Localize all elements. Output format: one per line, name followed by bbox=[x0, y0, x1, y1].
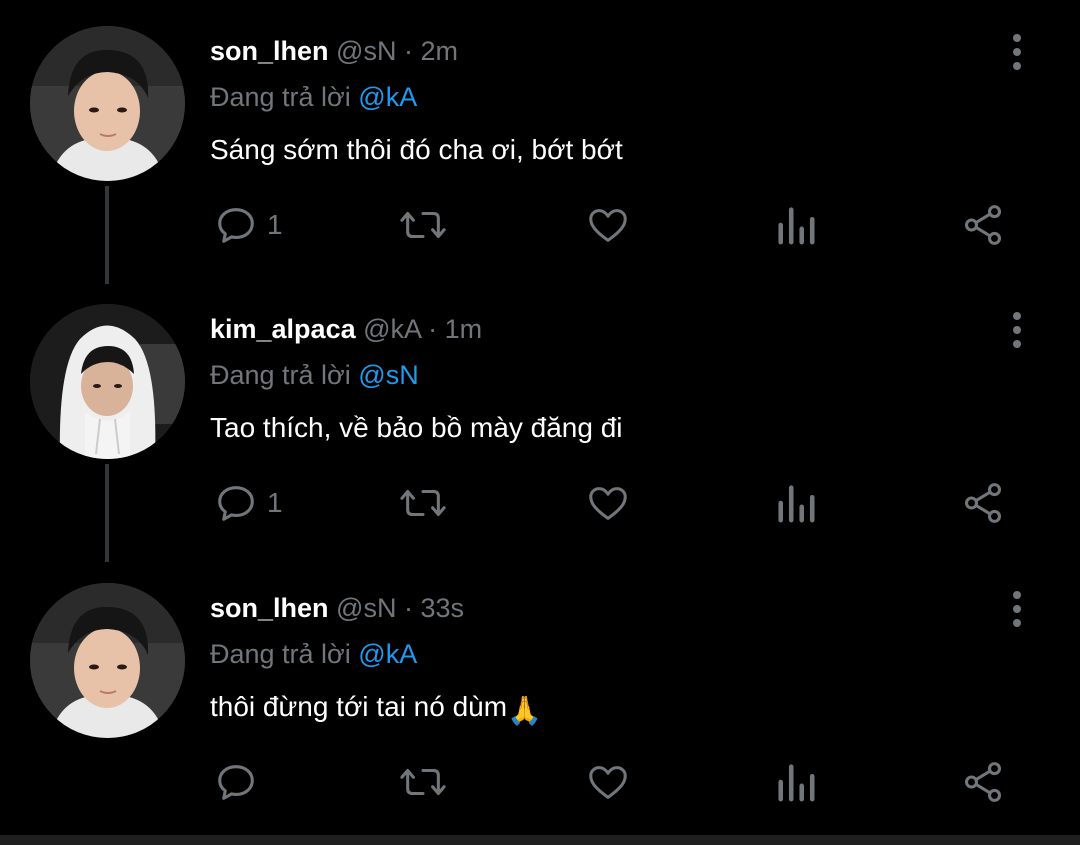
analytics-icon bbox=[778, 764, 815, 802]
reply-prefix: Đang trả lời bbox=[210, 82, 351, 112]
replying-to: Đang trả lời @kA bbox=[210, 82, 417, 113]
more-options-icon[interactable] bbox=[1000, 308, 1034, 352]
retweet-button[interactable] bbox=[398, 468, 448, 538]
tweet-header: kim_alpaca @kA · 1m bbox=[210, 314, 482, 345]
tweet-text: thôi đừng tới tai nó dùm🙏 bbox=[210, 691, 542, 727]
reply-button[interactable] bbox=[213, 747, 267, 817]
share-icon bbox=[964, 762, 1002, 802]
tweet[interactable]: son_lhen @sN · 2m Đang trả lời @kA Sáng … bbox=[0, 0, 1080, 278]
avatar[interactable] bbox=[30, 583, 185, 738]
reply-button[interactable]: 1 bbox=[213, 190, 283, 260]
like-button[interactable] bbox=[585, 190, 631, 260]
reply-count: 1 bbox=[267, 487, 283, 518]
heart-icon bbox=[589, 487, 627, 520]
handle[interactable]: @sN bbox=[336, 593, 396, 623]
share-button[interactable] bbox=[960, 468, 1006, 538]
heart-icon bbox=[589, 766, 627, 799]
display-name[interactable]: son_lhen bbox=[210, 593, 329, 623]
timestamp[interactable]: 2m bbox=[421, 36, 459, 66]
reply-count: 1 bbox=[267, 209, 283, 240]
separator: · bbox=[403, 36, 413, 66]
views-button[interactable] bbox=[775, 747, 817, 817]
timestamp[interactable]: 33s bbox=[421, 593, 465, 623]
like-button[interactable] bbox=[585, 747, 631, 817]
heart-icon bbox=[589, 209, 627, 242]
display-name[interactable]: kim_alpaca bbox=[210, 314, 356, 344]
tweet-actions bbox=[0, 747, 1080, 817]
tweet-text-content: thôi đừng tới tai nó dùm bbox=[210, 691, 508, 722]
more-options-icon[interactable] bbox=[1000, 587, 1034, 631]
avatar[interactable] bbox=[30, 26, 185, 181]
tweet-text: Sáng sớm thôi đó cha ơi, bớt bớt bbox=[210, 134, 623, 165]
analytics-icon bbox=[778, 207, 815, 245]
separator: · bbox=[428, 314, 438, 344]
tweet-actions: 1 bbox=[0, 190, 1080, 260]
tweet[interactable]: son_lhen @sN · 33s Đang trả lời @kA thôi… bbox=[0, 557, 1080, 835]
tweet[interactable]: kim_alpaca @kA · 1m Đang trả lời @sN Tao… bbox=[0, 278, 1080, 556]
bottom-divider bbox=[0, 835, 1080, 845]
handle[interactable]: @kA bbox=[363, 314, 420, 344]
like-button[interactable] bbox=[585, 468, 631, 538]
reply-icon bbox=[218, 208, 254, 243]
share-button[interactable] bbox=[960, 747, 1006, 817]
reply-mention[interactable]: @sN bbox=[358, 360, 418, 390]
share-button[interactable] bbox=[960, 190, 1006, 260]
reply-mention[interactable]: @kA bbox=[358, 639, 417, 669]
retweet-icon bbox=[400, 768, 446, 796]
tweet-header: son_lhen @sN · 33s bbox=[210, 593, 464, 624]
reply-icon bbox=[218, 486, 254, 521]
retweet-icon bbox=[400, 489, 446, 517]
share-icon bbox=[964, 205, 1002, 245]
more-options-icon[interactable] bbox=[1000, 30, 1034, 74]
avatar[interactable] bbox=[30, 304, 185, 459]
reply-mention[interactable]: @kA bbox=[358, 82, 417, 112]
handle[interactable]: @sN bbox=[336, 36, 396, 66]
share-icon bbox=[964, 483, 1002, 523]
reply-prefix: Đang trả lời bbox=[210, 639, 351, 669]
replying-to: Đang trả lời @kA bbox=[210, 639, 417, 670]
tweet-text: Tao thích, về bảo bồ mày đăng đi bbox=[210, 412, 623, 443]
display-name[interactable]: son_lhen bbox=[210, 36, 329, 66]
folded-hands-emoji: 🙏 bbox=[507, 695, 542, 726]
views-button[interactable] bbox=[775, 190, 817, 260]
views-button[interactable] bbox=[775, 468, 817, 538]
timestamp[interactable]: 1m bbox=[445, 314, 483, 344]
separator: · bbox=[403, 593, 413, 623]
retweet-button[interactable] bbox=[398, 747, 448, 817]
reply-button[interactable]: 1 bbox=[213, 468, 283, 538]
reply-icon bbox=[218, 765, 254, 800]
replying-to: Đang trả lời @sN bbox=[210, 360, 419, 391]
retweet-icon bbox=[400, 211, 446, 239]
retweet-button[interactable] bbox=[398, 190, 448, 260]
tweet-header: son_lhen @sN · 2m bbox=[210, 36, 458, 67]
analytics-icon bbox=[778, 485, 815, 523]
reply-prefix: Đang trả lời bbox=[210, 360, 351, 390]
tweet-actions: 1 bbox=[0, 468, 1080, 538]
